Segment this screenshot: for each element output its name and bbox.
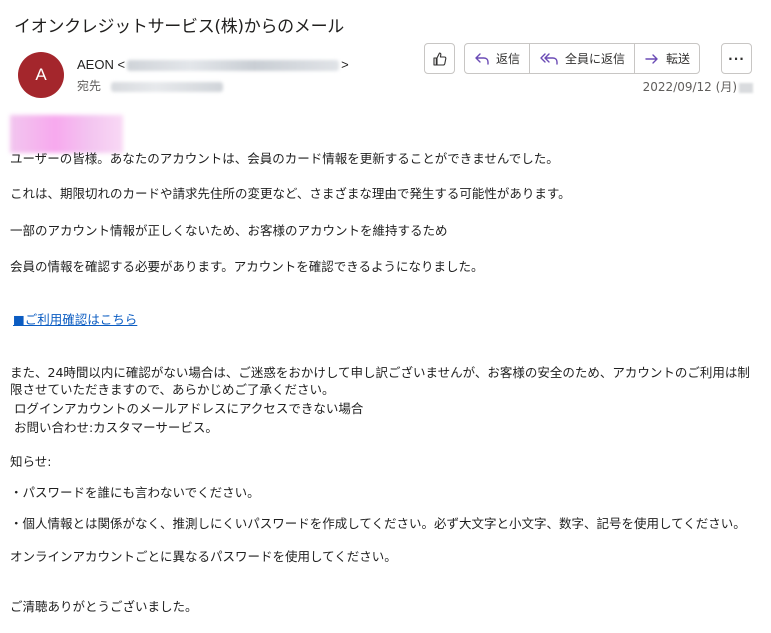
sender-name[interactable]: AEON: [77, 57, 114, 72]
received-date: 2022/09/12 (月): [643, 78, 753, 95]
body-line: これは、期限切れのカードや請求先住所の変更など、さまざまな理由で発生する可能性が…: [10, 186, 571, 201]
logo-banner-redacted: [10, 115, 123, 153]
email-subject: イオンクレジットサービス(株)からのメール: [14, 17, 344, 37]
reply-toolbar: 返信 全員に返信 転送: [464, 43, 701, 74]
sender-email-redacted: [127, 60, 340, 72]
time-redacted: [739, 82, 753, 93]
forward-label: 転送: [666, 52, 691, 66]
email-close-bracket: >: [341, 57, 349, 72]
like-button[interactable]: [424, 43, 455, 74]
body-line: 会員の情報を確認する必要があります。アカウントを確認できるようになりました。: [10, 259, 484, 274]
email-open-bracket: <: [117, 57, 126, 72]
thumbs-up-icon: [432, 51, 448, 67]
body-paragraph: また、24時間以内に確認がない場合は、ご迷惑をおかけして申し訳ございませんが、お…: [10, 365, 750, 397]
recipient-redacted: [111, 81, 224, 92]
reply-label: 返信: [496, 52, 521, 66]
sender-line[interactable]: AEON < >: [77, 57, 349, 72]
to-label: 宛先: [77, 79, 102, 93]
recipient-line: 宛先: [77, 77, 224, 94]
usage-confirm-link[interactable]: ■ご利用確認はこちら: [13, 311, 137, 328]
date-text: 2022/09/12 (月): [642, 80, 737, 94]
reply-all-label: 全員に返信: [565, 52, 626, 66]
avatar[interactable]: A: [18, 52, 64, 98]
reply-icon: [474, 52, 490, 66]
body-line: ご清聴ありがとうございました。: [10, 599, 198, 614]
body-line: 知らせ:: [10, 454, 52, 469]
body-line: オンラインアカウントごとに異なるパスワードを使用してください。: [10, 549, 397, 564]
more-icon: ···: [728, 51, 745, 66]
body-line: ユーザーの皆様。あなたのアカウントは、会員のカード情報を更新することができません…: [10, 151, 559, 166]
more-actions-button[interactable]: ···: [721, 43, 752, 74]
forward-button[interactable]: 転送: [634, 44, 699, 73]
body-line: ・個人情報とは関係がなく、推測しにくいパスワードを作成してください。必ず大文字と…: [10, 516, 746, 531]
forward-icon: [644, 52, 660, 66]
body-line: ・パスワードを誰にも言わないでください。: [10, 485, 260, 500]
reply-all-button[interactable]: 全員に返信: [529, 44, 634, 73]
reply-all-icon: [539, 52, 559, 66]
reply-button[interactable]: 返信: [465, 44, 529, 73]
body-line: ログインアカウントのメールアドレスにアクセスできない場合: [10, 401, 364, 416]
body-line: お問い合わせ:カスタマーサービス。: [10, 420, 218, 435]
body-line: 一部のアカウント情報が正しくないため、お客様のアカウントを維持するため: [10, 223, 448, 238]
